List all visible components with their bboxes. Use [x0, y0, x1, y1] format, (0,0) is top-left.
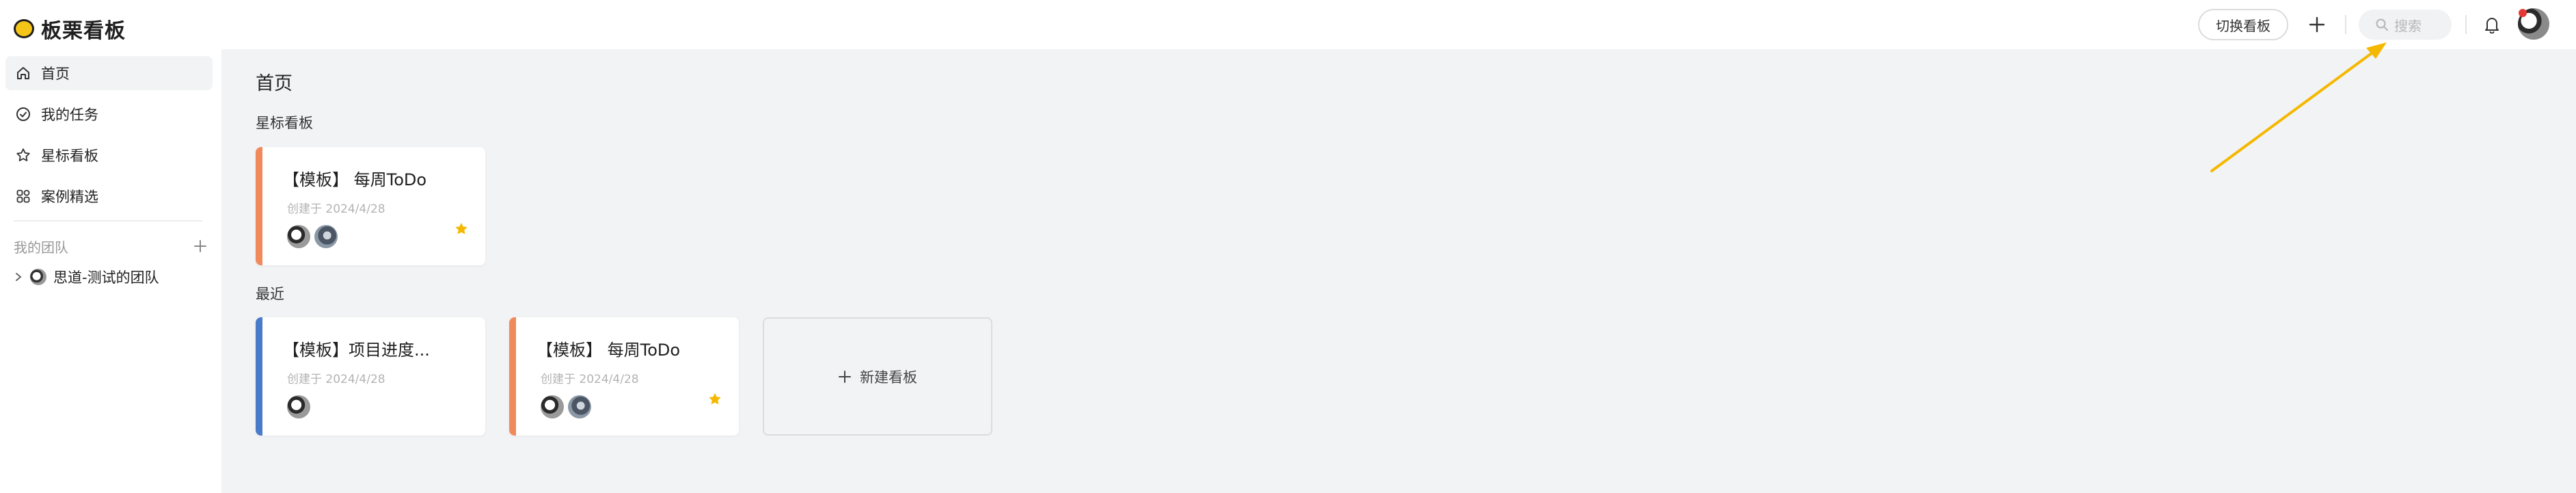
star-outline-icon	[16, 148, 30, 161]
member-avatar	[314, 225, 338, 248]
page-title: 首页	[256, 73, 293, 94]
card-created-date: 创建于 2024/4/28	[287, 373, 385, 386]
search-box[interactable]: 搜索	[2359, 10, 2452, 40]
main-content: 首页 星标看板 【模板】 每周ToDo 创建于 2024/4/28 最近 【模板…	[221, 49, 2576, 493]
card-created-date: 创建于 2024/4/28	[541, 373, 639, 386]
sidebar: 首页 我的任务 星标看板 案例精选 我的团队 思道-测试的团队	[0, 49, 221, 493]
sidebar-item-label: 星标看板	[41, 148, 98, 164]
star-filled-icon[interactable]	[454, 222, 469, 237]
card-accent	[256, 317, 262, 436]
card-title: 【模板】 每周ToDo	[283, 170, 427, 189]
new-board-label: 新建看板	[860, 369, 917, 386]
star-filled-icon[interactable]	[707, 392, 722, 407]
home-icon	[17, 67, 29, 79]
new-board-button[interactable]: 新建看板	[763, 317, 992, 436]
board-card[interactable]: 【模板】 每周ToDo 创建于 2024/4/28	[256, 147, 485, 265]
member-avatar	[287, 395, 310, 418]
sidebar-item-showcase[interactable]: 案例精选	[5, 179, 213, 213]
grid-icon	[16, 189, 30, 203]
sidebar-item-my-tasks[interactable]: 我的任务	[5, 97, 213, 131]
sidebar-item-label: 首页	[41, 66, 70, 82]
member-avatar	[541, 395, 564, 418]
logo-icon	[14, 19, 34, 38]
card-created-date: 创建于 2024/4/28	[287, 202, 385, 216]
sidebar-item-label: 我的任务	[41, 107, 98, 123]
card-members	[287, 395, 310, 418]
notification-button[interactable]	[2481, 14, 2503, 36]
team-section-header: 我的团队	[14, 234, 208, 258]
search-placeholder: 搜索	[2394, 17, 2422, 34]
plus-icon	[2309, 16, 2325, 33]
team-section-label: 我的团队	[14, 239, 68, 256]
card-members	[541, 395, 591, 418]
card-accent	[509, 317, 516, 436]
team-item[interactable]: 思道-测试的团队	[14, 267, 159, 287]
app-title: 板栗看板	[41, 19, 126, 43]
add-team-icon[interactable]	[193, 239, 208, 254]
sidebar-item-home[interactable]: 首页	[5, 56, 213, 90]
member-avatar	[287, 225, 310, 248]
sidebar-item-label: 案例精选	[41, 189, 98, 205]
team-avatar	[30, 269, 46, 285]
search-icon	[2376, 18, 2388, 31]
card-title: 【模板】 每周ToDo	[537, 341, 681, 360]
member-avatar	[568, 395, 591, 418]
sidebar-item-starred[interactable]: 星标看板	[5, 138, 213, 172]
notification-badge	[2519, 9, 2527, 17]
sidebar-divider	[14, 220, 202, 222]
card-accent	[256, 147, 262, 265]
starred-section-label: 星标看板	[256, 115, 313, 131]
app-logo[interactable]: 板栗看板	[14, 14, 126, 44]
chevron-right-icon[interactable]	[14, 271, 23, 282]
header-divider	[2465, 15, 2467, 34]
board-card[interactable]: 【模板】项目进度... 创建于 2024/4/28	[256, 317, 485, 436]
card-title: 【模板】项目进度...	[283, 341, 430, 360]
add-button[interactable]	[2303, 11, 2331, 38]
team-name: 思道-测试的团队	[53, 269, 159, 286]
switch-board-button[interactable]: 切换看板	[2198, 9, 2288, 40]
bell-icon	[2485, 18, 2499, 34]
board-card[interactable]: 【模板】 每周ToDo 创建于 2024/4/28	[509, 317, 739, 436]
card-members	[287, 225, 338, 248]
top-bar: 板栗看板 切换看板 搜索	[0, 0, 2576, 49]
plus-icon	[839, 370, 851, 383]
header-divider	[2345, 15, 2346, 34]
recent-section-label: 最近	[256, 286, 284, 302]
check-circle-icon	[16, 107, 30, 121]
